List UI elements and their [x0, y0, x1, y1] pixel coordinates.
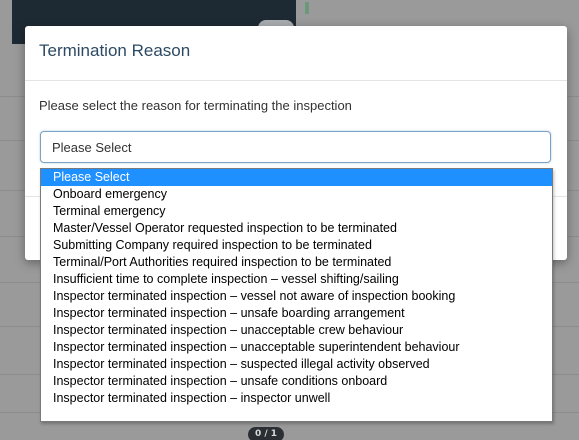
dropdown-option[interactable]: Inspector terminated inspection – inspec… [41, 390, 552, 407]
modal-prompt: Please select the reason for terminating… [39, 98, 352, 113]
background-accent [305, 2, 309, 14]
dropdown-option[interactable]: Submitting Company required inspection t… [41, 237, 552, 254]
dropdown-option[interactable]: Inspector terminated inspection – unacce… [41, 339, 552, 356]
dropdown-option[interactable]: Inspector terminated inspection – vessel… [41, 288, 552, 305]
modal-header: Termination Reason [25, 26, 567, 81]
screen: 0 / 1 Termination Reason Please select t… [0, 0, 579, 440]
dropdown-option[interactable]: Insufficient time to complete inspection… [41, 271, 552, 288]
background-count-badge: 0 / 1 [248, 427, 284, 440]
dropdown-option[interactable]: Master/Vessel Operator requested inspect… [41, 220, 552, 237]
dropdown-option[interactable]: Inspector terminated inspection – unsafe… [41, 305, 552, 322]
termination-reason-options: Please Select Onboard emergency Terminal… [40, 168, 553, 422]
dropdown-option[interactable]: Inspector terminated inspection – unacce… [41, 322, 552, 339]
dropdown-option[interactable]: Terminal/Port Authorities required inspe… [41, 254, 552, 271]
dropdown-option[interactable]: Please Select [41, 169, 552, 186]
dropdown-option[interactable]: Terminal emergency [41, 203, 552, 220]
dropdown-option[interactable]: Inspector terminated inspection – suspec… [41, 356, 552, 373]
termination-reason-select[interactable]: Please Select [40, 131, 551, 163]
dropdown-option[interactable]: Inspector terminated inspection – unsafe… [41, 373, 552, 390]
select-current-value: Please Select [52, 140, 132, 155]
modal-title: Termination Reason [39, 41, 191, 60]
dropdown-option[interactable]: Onboard emergency [41, 186, 552, 203]
